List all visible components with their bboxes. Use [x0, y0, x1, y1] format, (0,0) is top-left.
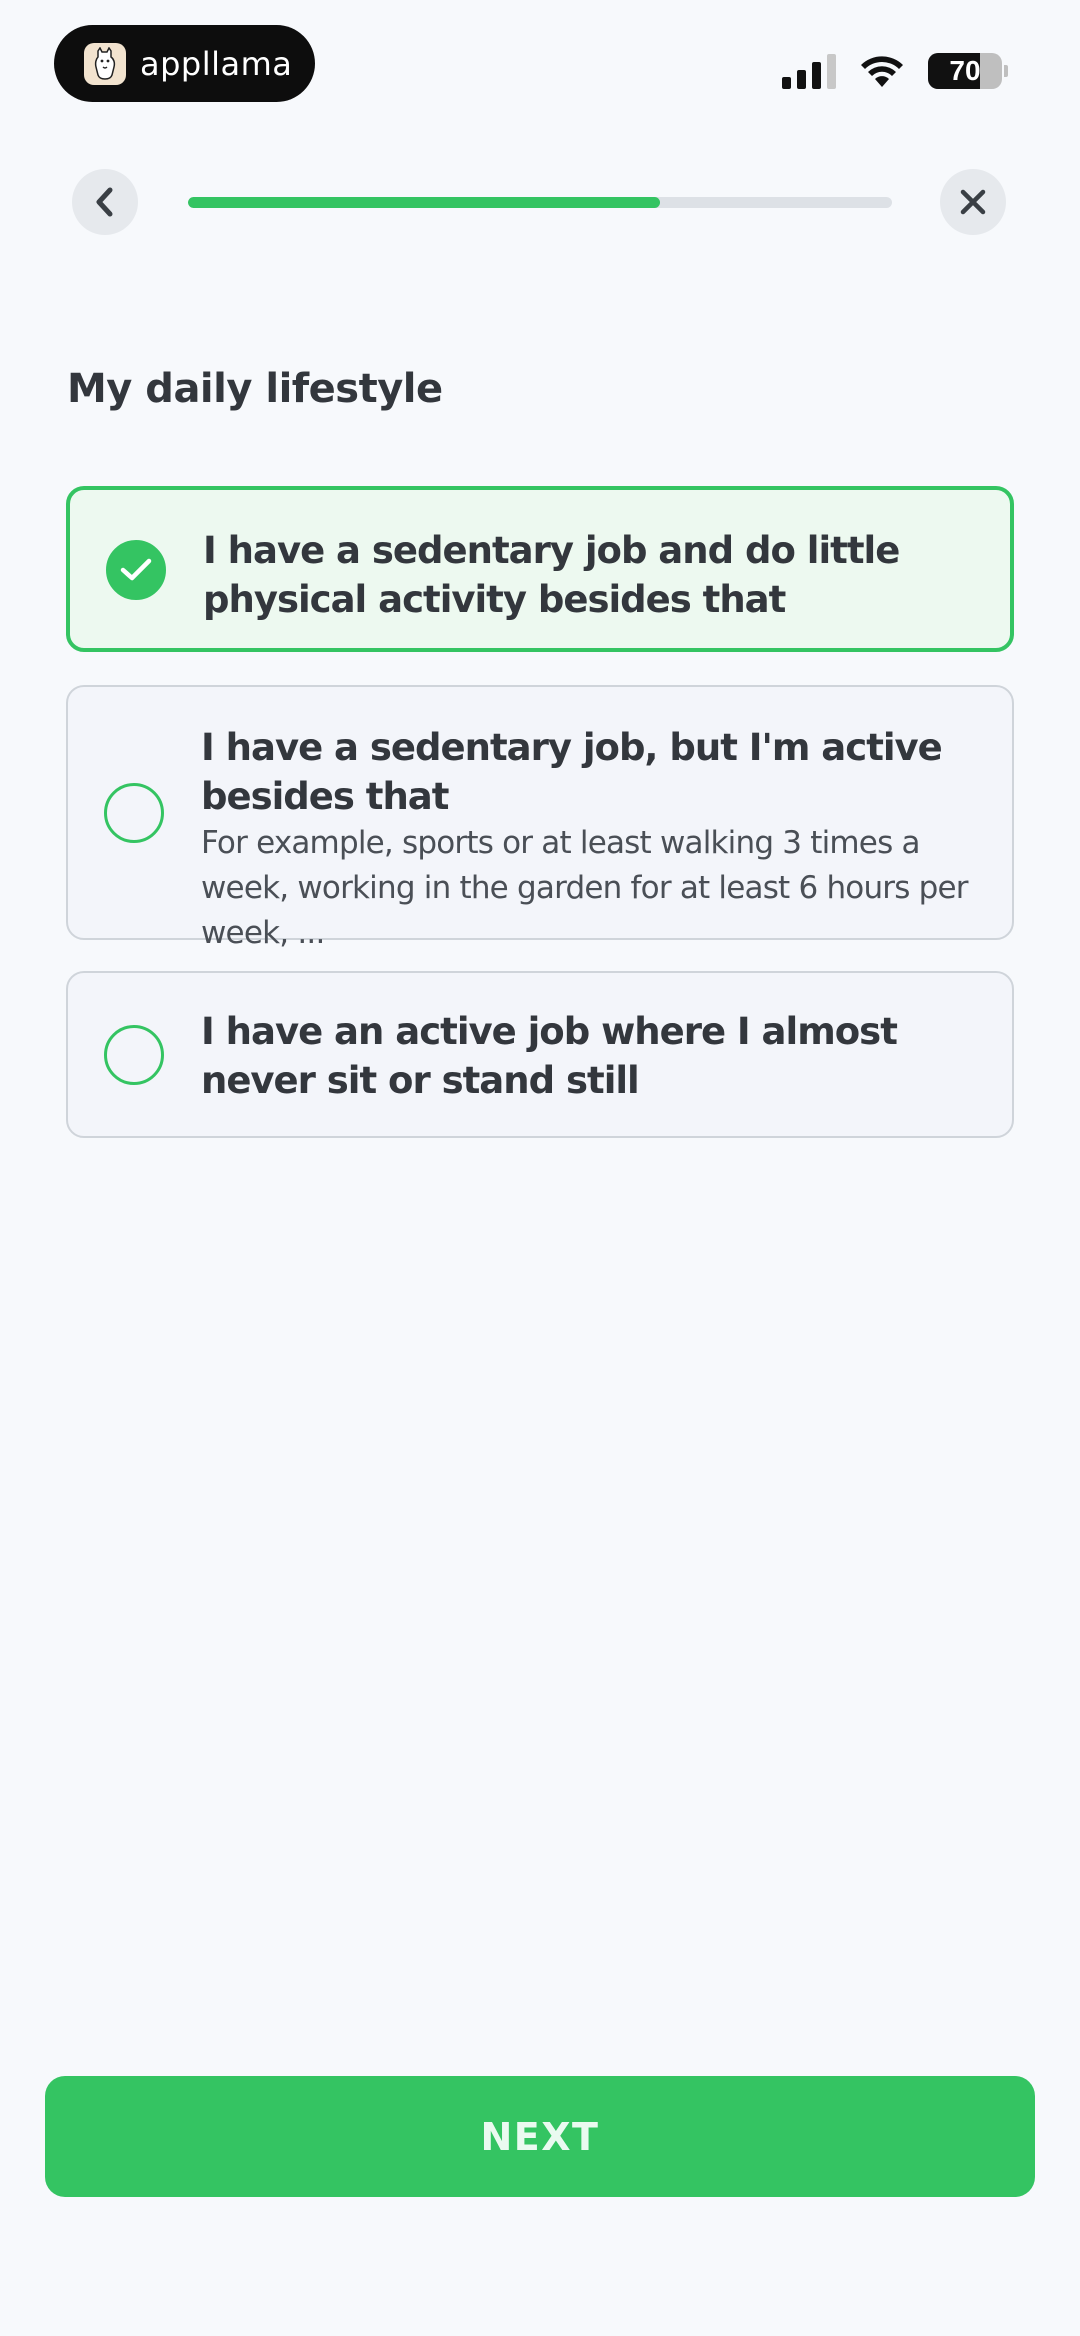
option-title: I have a sedentary job and do little phy…	[203, 529, 900, 621]
screen: appllama 70 My daily lifestyle I have a …	[0, 0, 1080, 2336]
progress-bar	[188, 197, 892, 208]
checkmark-icon	[120, 558, 152, 581]
chevron-left-icon	[96, 187, 113, 217]
close-icon	[960, 189, 986, 215]
back-button[interactable]	[72, 169, 138, 235]
radio-unchecked[interactable]	[104, 783, 164, 843]
option-subtitle: For example, sports or at least walking …	[201, 825, 969, 951]
close-button[interactable]	[940, 169, 1006, 235]
lifestyle-option-active-job[interactable]: I have an active job where I almost neve…	[66, 971, 1014, 1138]
progress-bar-fill	[188, 197, 660, 208]
llama-logo-icon	[84, 42, 126, 85]
option-text: I have a sedentary job and do little phy…	[203, 526, 970, 624]
cellular-signal-icon	[782, 53, 836, 89]
status-icons: 70	[782, 48, 1008, 94]
lifestyle-option-sedentary-active[interactable]: I have a sedentary job, but I'm active b…	[66, 685, 1014, 951]
option-title: I have an active job where I almost neve…	[201, 1010, 898, 1102]
option-text: I have a sedentary job, but I'm active b…	[201, 723, 972, 956]
wifi-icon	[861, 56, 903, 87]
app-indicator-pill[interactable]: appllama	[54, 25, 315, 102]
next-button[interactable]: NEXT	[45, 2076, 1035, 2197]
status-bar: appllama 70	[0, 0, 1080, 120]
option-title: I have a sedentary job, but I'm active b…	[201, 726, 943, 818]
app-name: appllama	[140, 44, 293, 83]
radio-unchecked[interactable]	[104, 1025, 164, 1085]
option-text: I have an active job where I almost neve…	[201, 1007, 972, 1105]
page-title: My daily lifestyle	[67, 366, 443, 412]
battery-icon: 70	[928, 53, 1008, 89]
lifestyle-option-sedentary[interactable]: I have a sedentary job and do little phy…	[66, 486, 1014, 652]
battery-level: 70	[949, 55, 981, 86]
radio-checked[interactable]	[106, 540, 166, 600]
